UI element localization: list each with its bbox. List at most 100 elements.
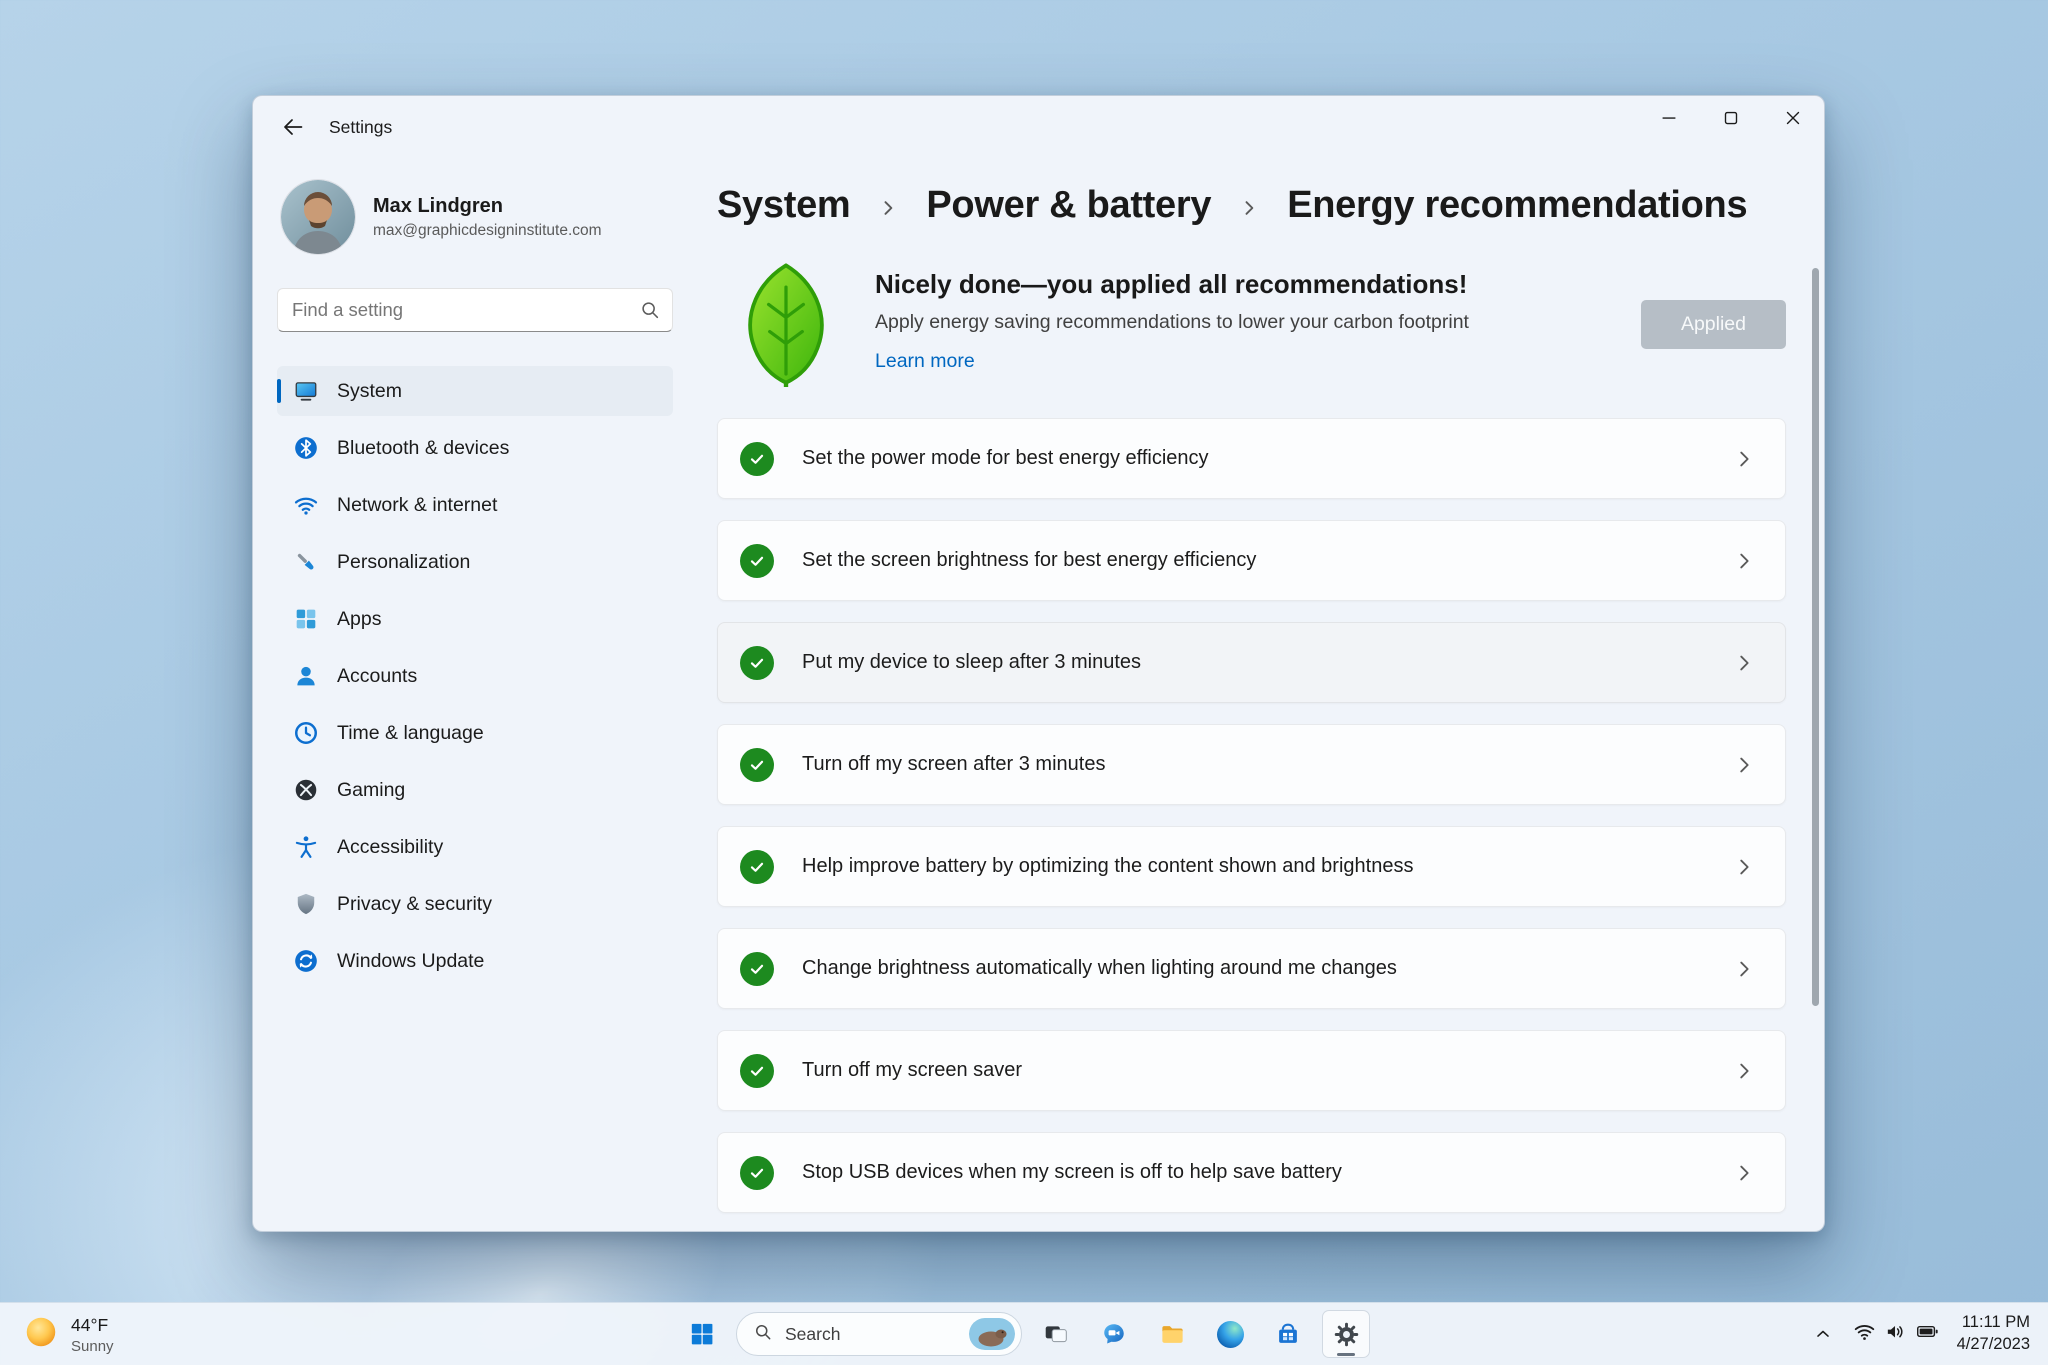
leaf-icon [731, 261, 841, 390]
recommendation-row-auto-brightness[interactable]: Change brightness automatically when lig… [717, 928, 1786, 1009]
weather-text: 44°F Sunny [71, 1315, 114, 1355]
recommendation-row-usb[interactable]: Stop USB devices when my screen is off t… [717, 1132, 1786, 1213]
breadcrumb-separator-icon [884, 201, 893, 215]
check-icon [740, 1155, 774, 1190]
recommendation-label: Put my device to sleep after 3 minutes [802, 651, 1142, 673]
chat-button[interactable] [1090, 1310, 1138, 1358]
caption-controls [1638, 96, 1824, 140]
recommendations-list: Set the power mode for best energy effic… [717, 418, 1786, 1213]
tray-overflow-button[interactable] [1804, 1312, 1842, 1356]
windows-update-icon [293, 948, 319, 974]
sidebar-item-label: Personalization [337, 550, 471, 573]
sidebar-item-windows-update[interactable]: Windows Update [277, 936, 673, 986]
sidebar-item-apps[interactable]: Apps [277, 594, 673, 644]
sun-icon [22, 1313, 60, 1356]
main-content: System Power & battery Energy recommenda… [673, 158, 1824, 1231]
recommendation-row-sleep[interactable]: Put my device to sleep after 3 minutes [717, 622, 1786, 703]
sidebar-item-accounts[interactable]: Accounts [277, 651, 673, 701]
minimize-icon [1662, 117, 1676, 119]
recommendation-row-battery-content[interactable]: Help improve battery by optimizing the c… [717, 826, 1786, 907]
sidebar-item-privacy-security[interactable]: Privacy & security [277, 879, 673, 929]
sidebar-item-gaming[interactable]: Gaming [277, 765, 673, 815]
system-tray: 11:11 PM 4/27/2023 [1804, 1303, 2040, 1365]
chevron-right-icon [1733, 856, 1755, 878]
sidebar-item-label: Bluetooth & devices [337, 436, 510, 459]
account-name: Max Lindgren [373, 194, 504, 217]
back-arrow-icon [284, 119, 303, 135]
account-text: Max Lindgren max@graphicdesigninstitute.… [373, 195, 602, 240]
search-icon [639, 299, 661, 326]
account-email: max@graphicdesigninstitute.com [373, 221, 602, 239]
check-icon [740, 645, 774, 680]
file-explorer-button[interactable] [1148, 1310, 1196, 1358]
chevron-right-icon [1733, 1060, 1755, 1082]
hero-text: Nicely done—you applied all recommendati… [875, 261, 1469, 373]
task-view-button[interactable] [1032, 1310, 1080, 1358]
chevron-up-icon [1816, 1330, 1829, 1337]
chevron-right-icon [1733, 754, 1755, 776]
selected-indicator [277, 379, 281, 403]
minimize-button[interactable] [1638, 96, 1700, 140]
recommendation-row-power-mode[interactable]: Set the power mode for best energy effic… [717, 418, 1786, 499]
window-title: Settings [329, 116, 393, 137]
recommendation-row-screen-brightness[interactable]: Set the screen brightness for best energ… [717, 520, 1786, 601]
wifi-icon [1853, 1320, 1876, 1348]
time-language-icon [293, 720, 319, 746]
hero-description: Apply energy saving recommendations to l… [875, 311, 1469, 333]
taskbar-clock[interactable]: 11:11 PM 4/27/2023 [1951, 1312, 2040, 1356]
breadcrumb-system[interactable]: System [717, 184, 851, 227]
chevron-right-icon [1733, 958, 1755, 980]
sidebar-item-system[interactable]: System [277, 366, 673, 416]
taskbar-center: Search [678, 1303, 1370, 1365]
network-volume-battery-button[interactable] [1844, 1312, 1949, 1356]
recommendation-label: Change brightness automatically when lig… [802, 957, 1397, 979]
file-explorer-icon [1161, 1325, 1183, 1343]
check-icon [740, 441, 774, 476]
privacy-security-icon [293, 891, 319, 917]
bluetooth-icon [293, 435, 319, 461]
find-setting-input[interactable] [277, 288, 673, 332]
edge-button[interactable] [1206, 1310, 1254, 1358]
start-button[interactable] [678, 1310, 726, 1358]
recommendation-row-screen-off[interactable]: Turn off my screen after 3 minutes [717, 724, 1786, 805]
breadcrumb-power-battery[interactable]: Power & battery [926, 184, 1211, 227]
sidebar-item-accessibility[interactable]: Accessibility [277, 822, 673, 872]
sidebar-item-time-language[interactable]: Time & language [277, 708, 673, 758]
taskbar-search[interactable]: Search [736, 1312, 1022, 1356]
recommendation-label: Help improve battery by optimizing the c… [802, 855, 1414, 877]
check-icon [740, 951, 774, 986]
scrollbar[interactable] [1812, 268, 1819, 1006]
window-body: Max Lindgren max@graphicdesigninstitute.… [253, 158, 1824, 1231]
settings-window: Settings Max Lindgren max@graphicdesigni… [252, 95, 1825, 1232]
gaming-icon [293, 777, 319, 803]
breadcrumb-separator-icon [1245, 201, 1254, 215]
chevron-right-icon [1733, 448, 1755, 470]
battery-icon [1915, 1320, 1940, 1348]
sidebar-item-bluetooth-devices[interactable]: Bluetooth & devices [277, 423, 673, 473]
settings-gear-icon [1334, 1322, 1358, 1346]
sidebar-item-personalization[interactable]: Personalization [277, 537, 673, 587]
check-icon [740, 747, 774, 782]
accessibility-icon [293, 834, 319, 860]
learn-more-link[interactable]: Learn more [875, 350, 975, 373]
microsoft-store-button[interactable] [1264, 1310, 1312, 1358]
sidebar-item-network-internet[interactable]: Network & internet [277, 480, 673, 530]
breadcrumb-current-page: Energy recommendations [1287, 184, 1748, 226]
maximize-icon [1724, 111, 1738, 125]
find-setting-search [277, 288, 673, 332]
account-profile[interactable]: Max Lindgren max@graphicdesigninstitute.… [281, 180, 673, 254]
task-view-icon [1045, 1326, 1067, 1343]
recommendation-row-screen-saver[interactable]: Turn off my screen saver [717, 1030, 1786, 1111]
sidebar-item-label: Gaming [337, 778, 406, 801]
maximize-button[interactable] [1700, 96, 1762, 140]
system-icon [293, 378, 319, 404]
applied-button[interactable]: Applied [1640, 299, 1786, 349]
edge-icon [1216, 1320, 1244, 1348]
close-button[interactable] [1762, 96, 1824, 140]
search-highlight-image[interactable] [969, 1318, 1015, 1350]
sidebar-item-label: Time & language [337, 721, 484, 744]
back-button[interactable] [273, 107, 313, 147]
weather-widget[interactable]: 44°F Sunny [6, 1309, 130, 1360]
settings-taskbar-button[interactable] [1322, 1310, 1370, 1358]
recommendation-label: Turn off my screen after 3 minutes [802, 753, 1106, 775]
